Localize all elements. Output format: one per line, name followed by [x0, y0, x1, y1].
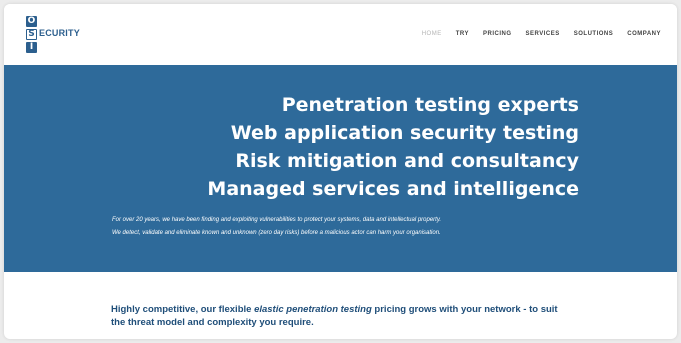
hero-headline: Web application security testing — [230, 122, 579, 144]
tagline-text-start: Highly competitive, our flexible — [111, 303, 255, 315]
main-navigation: HOME TRY PRICING SERVICES SOLUTIONS COMP… — [422, 31, 661, 37]
hero-headline: Risk mitigation and consultancy — [235, 150, 579, 172]
logo-letter-i: I — [26, 42, 37, 53]
logo-letter-o: O — [26, 16, 37, 27]
logo-letter-s: S — [26, 29, 37, 40]
osi-security-logo[interactable]: O S I ECURITY — [26, 16, 106, 56]
hero-headline: Managed services and intelligence — [207, 178, 579, 200]
logo-wordmark: ECURITY — [39, 28, 80, 38]
nav-item-try[interactable]: TRY — [456, 31, 469, 37]
hero-intro: For over 20 years, we have been finding … — [112, 214, 572, 240]
pricing-tagline: Highly competitive, our flexible elastic… — [111, 303, 571, 329]
nav-item-home[interactable]: HOME — [422, 31, 442, 37]
hero-intro-line: We detect, validate and eliminate known … — [112, 230, 441, 236]
nav-item-pricing[interactable]: PRICING — [483, 31, 512, 37]
browser-viewport: O S I ECURITY HOME TRY PRICING SERVICES … — [4, 4, 677, 339]
logo-mark: O S I — [26, 16, 37, 54]
hero-headline: Penetration testing experts — [281, 94, 579, 116]
tagline-emphasis: elastic penetration testing — [254, 303, 372, 315]
hero-banner: Penetration testing experts Web applicat… — [4, 65, 677, 272]
nav-item-solutions[interactable]: SOLUTIONS — [574, 31, 614, 37]
nav-item-services[interactable]: SERVICES — [526, 31, 560, 37]
nav-item-company[interactable]: COMPANY — [627, 31, 661, 37]
site-header: O S I ECURITY HOME TRY PRICING SERVICES … — [4, 4, 677, 65]
hero-headlines: Penetration testing experts Web applicat… — [207, 91, 579, 203]
hero-intro-line: For over 20 years, we have been finding … — [112, 217, 442, 223]
